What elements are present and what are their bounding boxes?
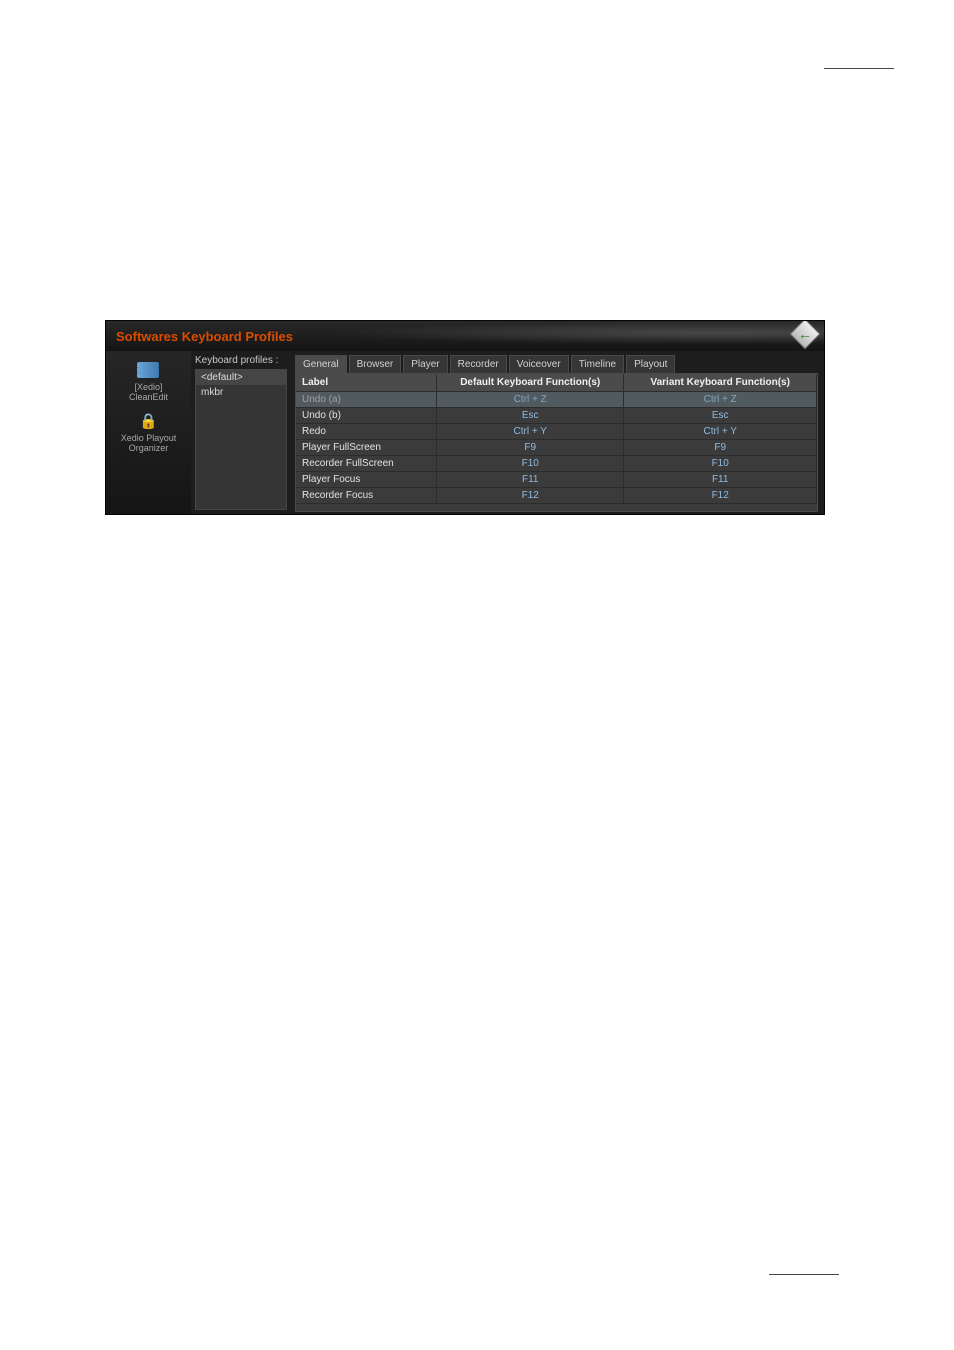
cell-variant[interactable]: F10 <box>624 456 817 472</box>
tab-general[interactable]: General <box>295 355 347 373</box>
table-row[interactable]: Recorder FullScreenF10F10 <box>296 456 817 472</box>
cell-label[interactable]: Player FullScreen <box>296 440 437 456</box>
back-icon[interactable] <box>789 320 820 350</box>
profile-item[interactable]: <default> <box>196 370 286 385</box>
cell-default[interactable]: F9 <box>437 440 624 456</box>
cell-default[interactable]: F11 <box>437 472 624 488</box>
col-variant[interactable]: Variant Keyboard Function(s) <box>624 374 817 392</box>
cell-default[interactable]: Ctrl + Y <box>437 424 624 440</box>
tab-playout[interactable]: Playout <box>626 355 675 373</box>
footer-underline <box>769 1274 839 1275</box>
stack-icon <box>114 359 184 381</box>
window-title: Softwares Keyboard Profiles <box>116 329 293 344</box>
sidebar-item-playout-l1: Xedio Playout <box>114 433 184 443</box>
profile-list-panel: Keyboard profiles : <default>mkbr <box>191 351 291 514</box>
table-row[interactable]: Undo (a)Ctrl + ZCtrl + Z <box>296 392 817 408</box>
tab-timeline[interactable]: Timeline <box>571 355 624 373</box>
col-default[interactable]: Default Keyboard Function(s) <box>437 374 624 392</box>
sidebar-item-playout-organizer[interactable]: 🔒 Xedio Playout Organizer <box>114 408 184 457</box>
col-label[interactable]: Label <box>296 374 437 392</box>
tab-voiceover[interactable]: Voiceover <box>509 355 569 373</box>
cell-variant[interactable]: F9 <box>624 440 817 456</box>
tab-recorder[interactable]: Recorder <box>450 355 507 373</box>
tab-browser[interactable]: Browser <box>349 355 402 373</box>
header-underline <box>824 68 894 69</box>
globe-lock-icon: 🔒 <box>114 410 184 432</box>
cell-variant[interactable]: F11 <box>624 472 817 488</box>
cell-variant[interactable]: Esc <box>624 408 817 424</box>
title-bar: Softwares Keyboard Profiles <box>106 321 824 351</box>
table-row[interactable]: Undo (b)EscEsc <box>296 408 817 424</box>
cell-default[interactable]: F12 <box>437 488 624 504</box>
app-selector-sidebar: [Xedio] CleanEdit 🔒 Xedio Playout Organi… <box>106 351 191 514</box>
cell-default[interactable]: F10 <box>437 456 624 472</box>
table-row[interactable]: Recorder FocusF12F12 <box>296 488 817 504</box>
cell-variant[interactable]: Ctrl + Y <box>624 424 817 440</box>
cell-variant[interactable]: F12 <box>624 488 817 504</box>
profile-list[interactable]: <default>mkbr <box>195 369 287 510</box>
cell-label[interactable]: Undo (a) <box>296 392 437 408</box>
shortcuts-table: Label Default Keyboard Function(s) Varia… <box>296 374 817 504</box>
cell-label[interactable]: Redo <box>296 424 437 440</box>
sidebar-item-playout-l2: Organizer <box>114 443 184 453</box>
sidebar-item-cleanedit-l2: CleanEdit <box>114 392 184 402</box>
cell-label[interactable]: Undo (b) <box>296 408 437 424</box>
cell-variant[interactable]: Ctrl + Z <box>624 392 817 408</box>
sidebar-item-cleanedit[interactable]: [Xedio] CleanEdit <box>114 357 184 406</box>
cell-label[interactable]: Player Focus <box>296 472 437 488</box>
table-row[interactable]: Player FocusF11F11 <box>296 472 817 488</box>
cell-label[interactable]: Recorder Focus <box>296 488 437 504</box>
tabs-row: GeneralBrowserPlayerRecorderVoiceoverTim… <box>295 355 818 373</box>
table-row[interactable]: RedoCtrl + YCtrl + Y <box>296 424 817 440</box>
sidebar-item-cleanedit-l1: [Xedio] <box>114 382 184 392</box>
tab-player[interactable]: Player <box>403 355 447 373</box>
shortcuts-panel: GeneralBrowserPlayerRecorderVoiceoverTim… <box>291 351 824 514</box>
table-row[interactable]: Player FullScreenF9F9 <box>296 440 817 456</box>
profile-item[interactable]: mkbr <box>196 385 286 400</box>
cell-default[interactable]: Ctrl + Z <box>437 392 624 408</box>
cell-default[interactable]: Esc <box>437 408 624 424</box>
keyboard-profiles-window: Softwares Keyboard Profiles [Xedio] Clea… <box>105 320 825 515</box>
shortcuts-table-wrap: Label Default Keyboard Function(s) Varia… <box>295 373 818 512</box>
profiles-label: Keyboard profiles : <box>191 351 291 369</box>
cell-label[interactable]: Recorder FullScreen <box>296 456 437 472</box>
